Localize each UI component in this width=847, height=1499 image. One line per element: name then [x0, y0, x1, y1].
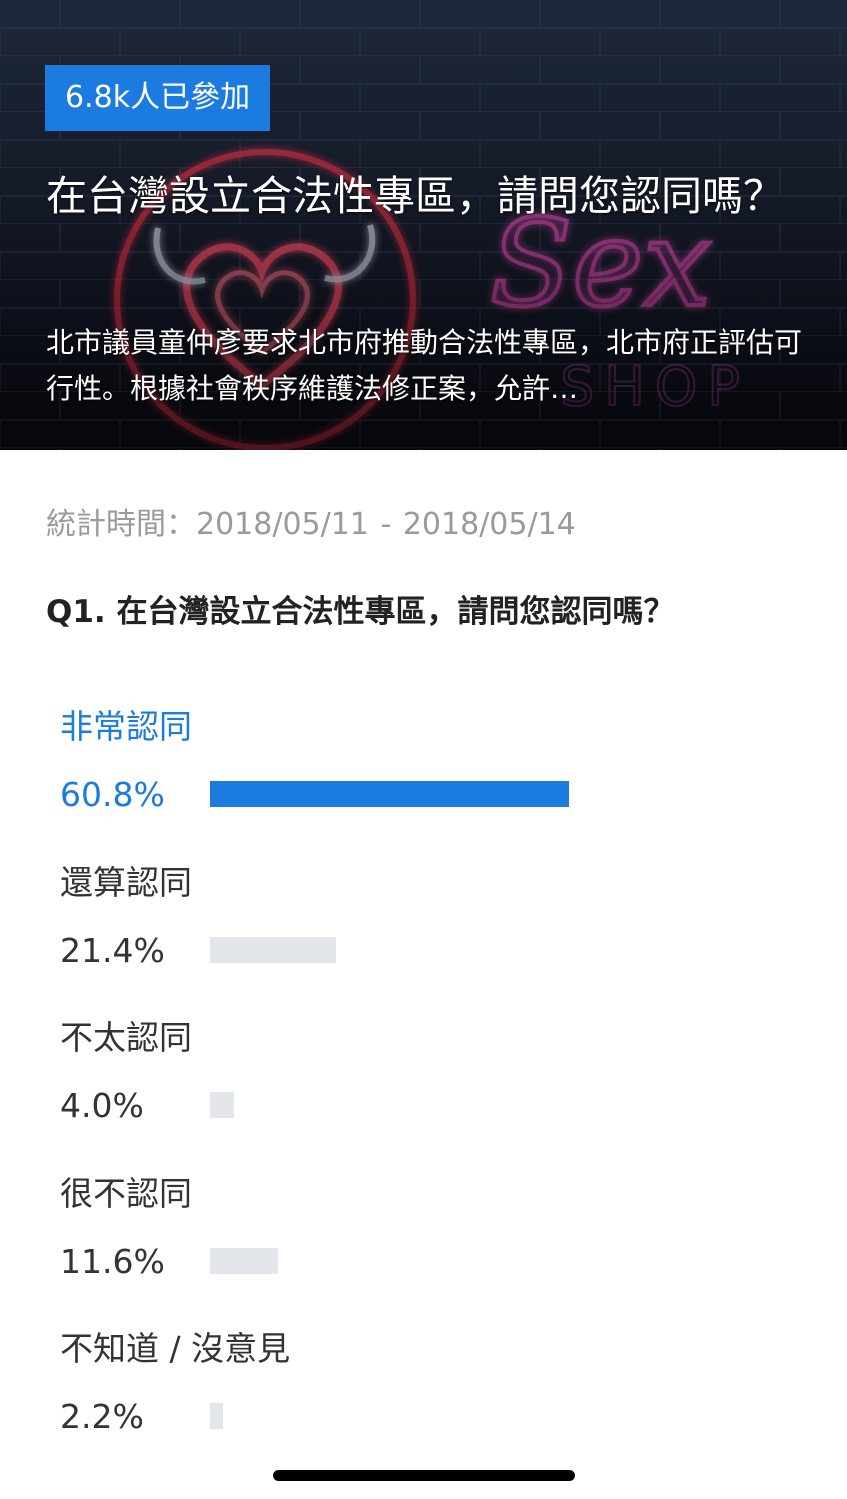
home-indicator[interactable] — [273, 1470, 575, 1481]
answer-options: 非常認同 60.8% 還算認同 21.4% 不太認同 4.0% 很不認同 11.… — [60, 700, 800, 1478]
option-percent: 60.8% — [60, 775, 165, 814]
end-date: 2018/05/14 — [402, 507, 576, 542]
option-bar — [210, 936, 336, 963]
hero-banner[interactable]: Sex SHOP 6.8k人已參加 在台灣設立合法性專區，請問您認同嗎？ 北市議… — [0, 0, 847, 450]
survey-description[interactable]: 北市議員童仲彥要求北市府推動合法性專區，北市府正評估可行性。根據社會秩序維護法修… — [46, 320, 806, 414]
question-title: Q1. 在台灣設立合法性專區，請問您認同嗎？ — [46, 594, 675, 630]
option-percent: 11.6% — [60, 1241, 165, 1281]
answer-option-0[interactable]: 非常認同 60.8% — [60, 700, 800, 856]
option-bar-track — [210, 936, 800, 963]
answer-option-1[interactable]: 還算認同 21.4% — [60, 856, 800, 1012]
survey-title: 在台灣設立合法性專區，請問您認同嗎？ — [46, 172, 784, 220]
option-percent: 21.4% — [60, 930, 165, 970]
option-bar-track — [210, 781, 800, 807]
statistics-label: 統計時間： — [46, 507, 196, 542]
option-bar-track — [210, 1247, 800, 1274]
option-label: 很不認同 — [60, 1173, 192, 1213]
survey-page: Sex SHOP 6.8k人已參加 在台灣設立合法性專區，請問您認同嗎？ 北市議… — [0, 0, 847, 1499]
option-bar — [210, 1092, 234, 1118]
answer-option-2[interactable]: 不太認同 4.0% — [60, 1011, 800, 1167]
option-label: 非常認同 — [60, 707, 192, 746]
answer-option-4[interactable]: 不知道 / 沒意見 2.2% — [60, 1322, 800, 1478]
option-percent: 4.0% — [60, 1086, 144, 1125]
option-bar-track — [210, 1403, 800, 1429]
option-label: 不知道 / 沒意見 — [60, 1329, 291, 1368]
participants-badge: 6.8k人已參加 — [45, 65, 271, 131]
option-label: 還算認同 — [60, 862, 192, 902]
answer-option-3[interactable]: 很不認同 11.6% — [60, 1167, 800, 1323]
option-bar — [210, 781, 569, 807]
start-date: 2018/05/11 — [196, 507, 369, 542]
date-separator: - — [380, 507, 392, 542]
option-bar — [210, 1247, 278, 1274]
option-label: 不太認同 — [60, 1018, 192, 1057]
option-bar-track — [210, 1092, 800, 1118]
statistics-period: 統計時間：2018/05/11 - 2018/05/14 — [46, 502, 576, 548]
option-percent: 2.2% — [60, 1397, 144, 1436]
option-bar — [210, 1403, 223, 1429]
